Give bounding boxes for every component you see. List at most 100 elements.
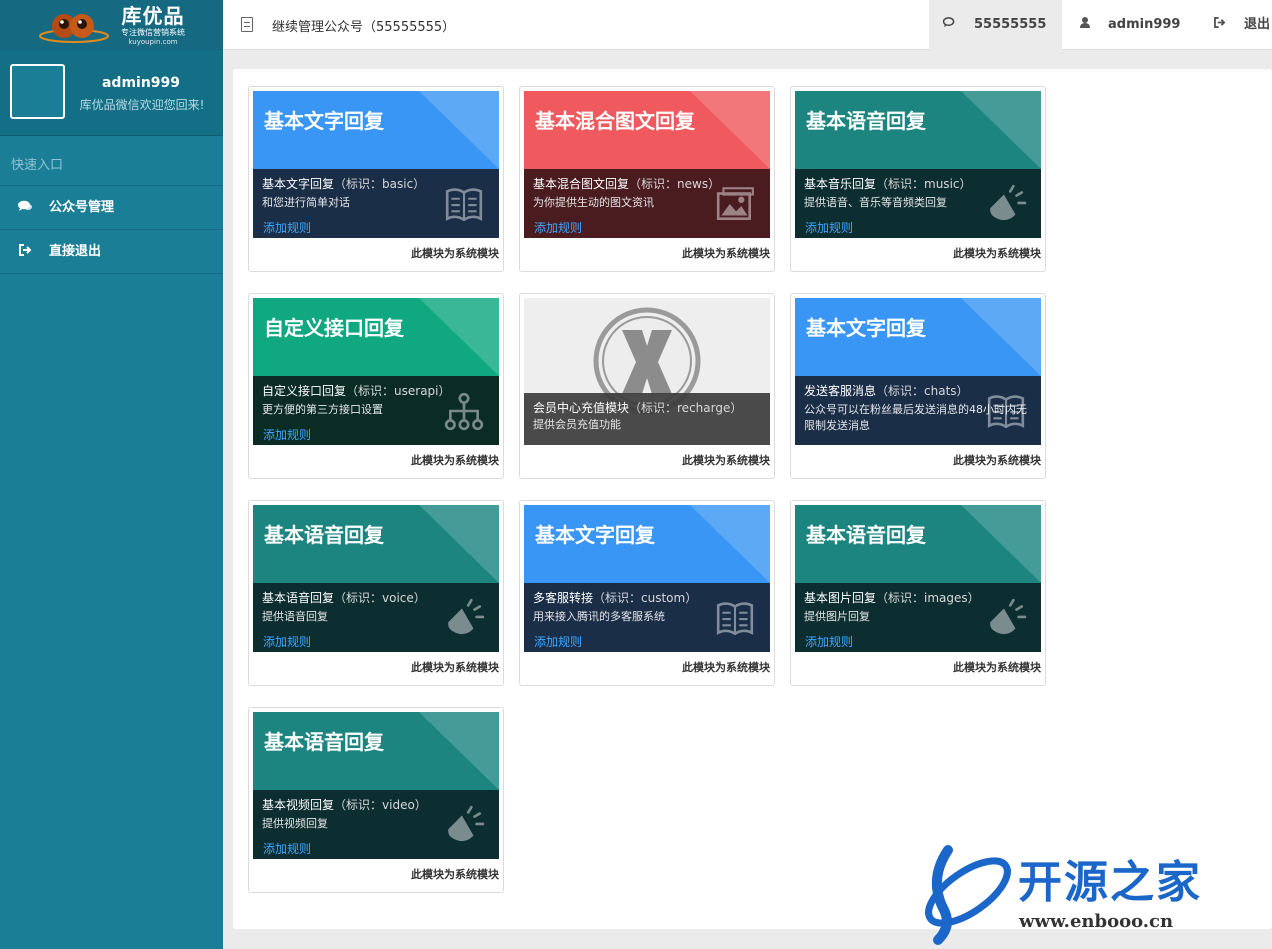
module-heading: 基本语音回复 (264, 730, 384, 754)
add-rule-link[interactable]: 添加规则 (805, 633, 853, 650)
sidebar: 库优品 专注微信营销系统 kuyoupin.com admin999 库优品微信… (0, 0, 223, 949)
module-name: 基本音乐回复 (804, 177, 877, 191)
avatar[interactable] (10, 64, 65, 119)
user-profile: admin999 库优品微信欢迎您回来! (0, 50, 223, 136)
speaker-icon (990, 598, 1027, 635)
logout-button[interactable]: 退出 (1214, 0, 1270, 50)
system-module-note: 此模块为系统模块 (953, 454, 1041, 467)
module-tag: （标识：news） (629, 177, 721, 191)
module-description: 提供会员充值功能 (533, 418, 621, 431)
module-card-userapi[interactable]: 自定义接口回复 自定义接口回复（标识：userapi） 更方便的第三方接口设置 … (248, 293, 504, 479)
module-heading: 自定义接口回复 (264, 316, 404, 340)
add-rule-link[interactable]: 添加规则 (263, 426, 311, 443)
user-name: admin999 (1108, 17, 1181, 32)
book-icon (445, 188, 483, 222)
add-rule-link[interactable]: 添加规则 (263, 219, 311, 236)
module-tag: （标识：basic） (334, 177, 426, 191)
module-thumbnail: 基本文字回复 多客服转接（标识：custom） 用来接入腾讯的多客服系统 添加规… (524, 505, 770, 652)
brand-tagline: 专注微信营销系统 (121, 28, 185, 37)
module-heading: 基本语音回复 (806, 523, 926, 547)
sidebar-item-account-manage[interactable]: 公众号管理 (0, 186, 223, 230)
module-card-video[interactable]: 基本语音回复 基本视频回复（标识：video） 提供视频回复 添加规则 此模块为… (248, 707, 504, 893)
logo-text: 库优品 专注微信营销系统 kuyoupin.com (113, 4, 193, 46)
module-name: 基本视频回复 (262, 798, 335, 812)
module-tag: （标识：music） (876, 177, 972, 191)
module-card-chats[interactable]: 基本文字回复 发送客服消息（标识：chats） 公众号可以在粉丝最后发送消息的4… (790, 293, 1046, 479)
module-thumbnail: 会员中心充值模块（标识：recharge） 提供会员充值功能 (524, 298, 770, 445)
comments-icon (18, 186, 32, 230)
module-card-news[interactable]: 基本混合图文回复 基本混合图文回复（标识：news） 为你提供生动的图文资讯 添… (519, 86, 775, 272)
module-tag: （标识：recharge） (629, 401, 743, 415)
module-heading: 基本混合图文回复 (535, 109, 695, 133)
module-name: 基本语音回复 (262, 591, 335, 605)
account-id: 55555555 (974, 17, 1047, 32)
add-rule-link[interactable]: 添加规则 (805, 219, 853, 236)
speaker-icon (448, 805, 485, 842)
brand-domain: kuyoupin.com (128, 38, 178, 46)
module-tag: （标识：voice） (334, 591, 426, 605)
module-thumbnail: 基本文字回复 基本文字回复（标识：basic） 和您进行简单对话 添加规则 (253, 91, 499, 238)
system-module-note: 此模块为系统模块 (411, 247, 499, 260)
system-module-note: 此模块为系统模块 (682, 454, 770, 467)
add-rule-link[interactable]: 添加规则 (263, 633, 311, 650)
user-menu-button[interactable]: admin999 (1080, 0, 1180, 50)
add-rule-link[interactable]: 添加规则 (534, 633, 582, 650)
module-tag: （标识：userapi） (346, 384, 451, 398)
module-heading: 基本文字回复 (535, 523, 655, 547)
module-name: 多客服转接 (533, 591, 594, 605)
system-module-note: 此模块为系统模块 (953, 661, 1041, 674)
account-switch-button[interactable]: 55555555 (929, 0, 1062, 50)
sitemap-icon (444, 392, 484, 431)
module-heading: 基本语音回复 (264, 523, 384, 547)
module-tag: （标识：images） (876, 591, 980, 605)
module-card-custom[interactable]: 基本文字回复 多客服转接（标识：custom） 用来接入腾讯的多客服系统 添加规… (519, 500, 775, 686)
module-name: 自定义接口回复 (262, 384, 347, 398)
module-thumbnail: 自定义接口回复 自定义接口回复（标识：userapi） 更方便的第三方接口设置 … (253, 298, 499, 445)
book-icon (987, 395, 1025, 429)
module-tag: （标识：chats） (876, 384, 969, 398)
watermark-logo-icon (925, 845, 1011, 945)
system-module-note: 此模块为系统模块 (682, 247, 770, 260)
add-rule-link[interactable]: 添加规则 (263, 840, 311, 857)
module-card-images[interactable]: 基本语音回复 基本图片回复（标识：images） 提供图片回复 添加规则 此模块… (790, 500, 1046, 686)
watermark-url: www.enbooo.cn (1019, 911, 1174, 932)
user-icon (1080, 0, 1090, 50)
module-thumbnail: 基本混合图文回复 基本混合图文回复（标识：news） 为你提供生动的图文资讯 添… (524, 91, 770, 238)
image-icon (716, 187, 754, 221)
logo-mascot-icon (39, 14, 109, 43)
watermark-text: 开源之家 (1018, 857, 1202, 908)
system-module-note: 此模块为系统模块 (411, 661, 499, 674)
logo[interactable]: 库优品 专注微信营销系统 kuyoupin.com (0, 0, 223, 50)
module-card-voice[interactable]: 基本语音回复 基本语音回复（标识：voice） 提供语音回复 添加规则 此模块为… (248, 500, 504, 686)
module-tag: （标识：custom） (593, 591, 698, 605)
module-card-music[interactable]: 基本语音回复 基本音乐回复（标识：music） 提供语音、音乐等音频类回复 添加… (790, 86, 1046, 272)
module-tag: （标识：video） (334, 798, 427, 812)
logout-label: 退出 (1244, 17, 1271, 32)
brand-name: 库优品 (121, 4, 185, 28)
module-name: 会员中心充值模块 (533, 401, 630, 415)
module-card-recharge[interactable]: 会员中心充值模块（标识：recharge） 提供会员充值功能 此模块为系统模块 (519, 293, 775, 479)
module-name: 基本图片回复 (804, 591, 877, 605)
system-module-note: 此模块为系统模块 (953, 247, 1041, 260)
speaker-icon (448, 598, 485, 635)
top-header: 继续管理公众号（55555555） 55555555 admin999 退出 (223, 0, 1272, 50)
speaker-icon (990, 184, 1027, 221)
profile-username: admin999 (101, 75, 181, 91)
book-icon (716, 602, 754, 636)
sidebar-item-label: 直接退出 (49, 243, 102, 259)
watermark: 开源之家 www.enbooo.cn (916, 838, 1272, 949)
sidebar-item-label: 公众号管理 (49, 199, 115, 215)
sidebar-item-logout[interactable]: 直接退出 (0, 230, 223, 274)
system-module-note: 此模块为系统模块 (411, 868, 499, 881)
module-thumbnail: 基本语音回复 基本图片回复（标识：images） 提供图片回复 添加规则 (795, 505, 1041, 652)
add-rule-link[interactable]: 添加规则 (534, 219, 582, 236)
module-name: 基本文字回复 (262, 177, 335, 191)
quick-entry-label: 快速入口 (0, 136, 223, 186)
module-name: 基本混合图文回复 (533, 177, 630, 191)
sign-out-icon (18, 230, 32, 274)
module-card-basic[interactable]: 基本文字回复 基本文字回复（标识：basic） 和您进行简单对话 添加规则 此模… (248, 86, 504, 272)
sign-out-icon (1214, 0, 1226, 50)
module-thumbnail: 基本语音回复 基本音乐回复（标识：music） 提供语音、音乐等音频类回复 添加… (795, 91, 1041, 238)
module-thumbnail: 基本语音回复 基本语音回复（标识：voice） 提供语音回复 添加规则 (253, 505, 499, 652)
module-heading: 基本语音回复 (806, 109, 926, 133)
